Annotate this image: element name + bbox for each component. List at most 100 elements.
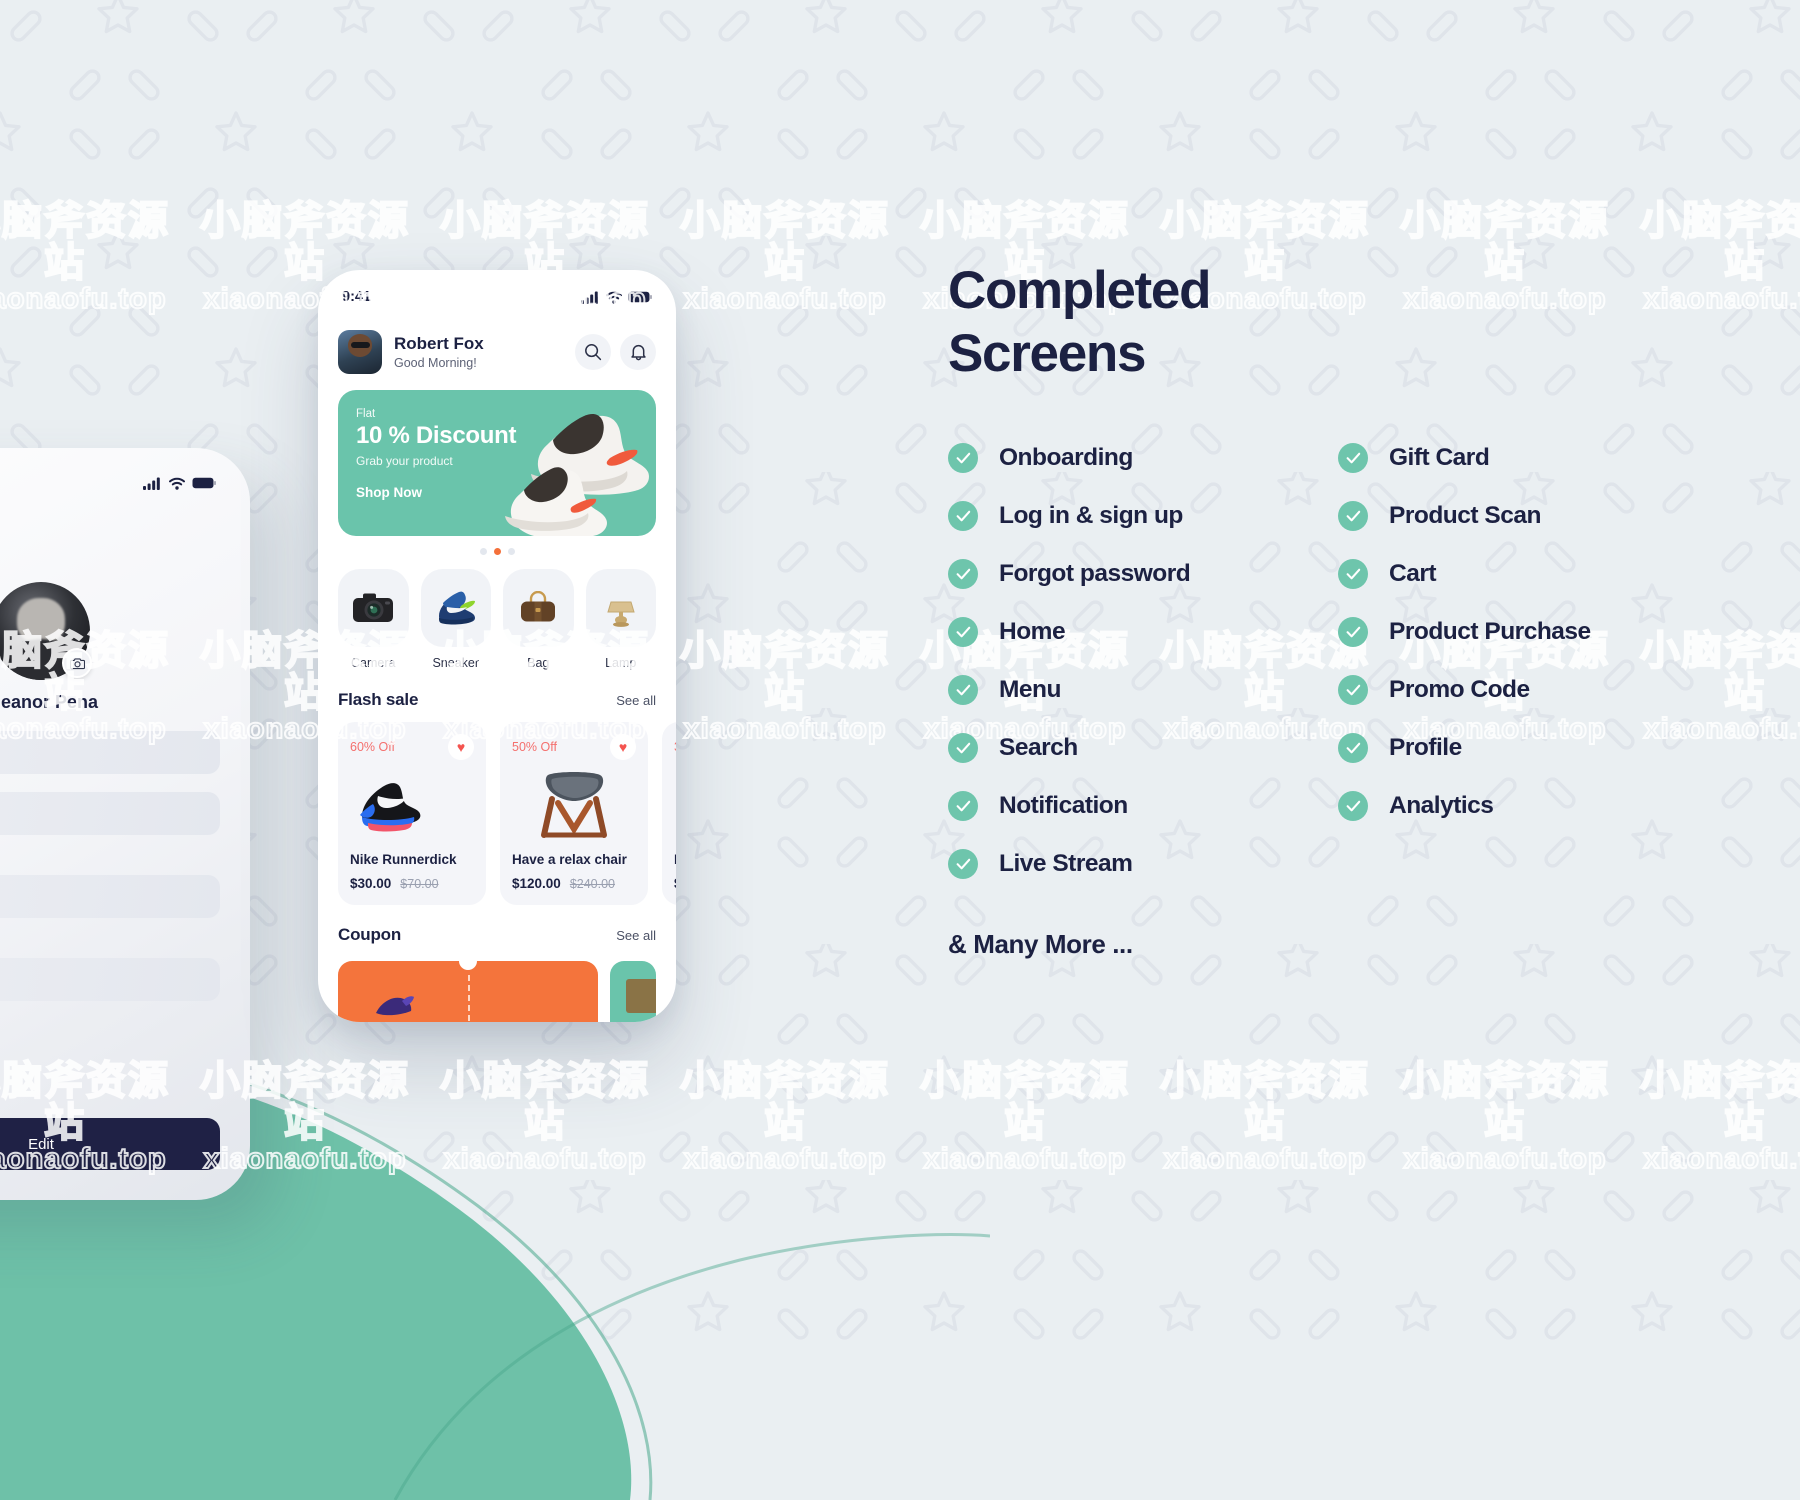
gift-box-illustration — [626, 979, 656, 1013]
checklist-item-search[interactable]: Search — [948, 733, 1338, 764]
field-input-3[interactable]: et address — [0, 958, 220, 1001]
product-price: $120.00 — [512, 876, 561, 891]
bell-icon[interactable] — [620, 334, 656, 370]
battery-icon — [192, 477, 216, 489]
watermark: 小脑斧资源站xiaonaofu.top — [679, 629, 890, 745]
field-input-1[interactable]: here — [0, 792, 220, 835]
field-label-3: s — [0, 936, 220, 951]
check-icon — [1338, 791, 1368, 822]
battery-icon — [628, 291, 652, 303]
checklist-item-live-stream[interactable]: Live Stream — [948, 849, 1338, 880]
sneaker-illustration — [505, 413, 649, 536]
carousel-dot-0[interactable] — [479, 548, 487, 555]
camera-icon[interactable] — [62, 648, 92, 678]
promo-banner[interactable]: Flat 10 % Discount Grab your product Sho… — [338, 390, 656, 536]
category-label: Bag — [527, 656, 550, 670]
watermark: 小脑斧资源站xiaonaofu.top — [0, 199, 170, 315]
checklist-item-label: Product Purchase — [1389, 618, 1591, 646]
category-item-lamp[interactable]: Lamp — [585, 569, 656, 670]
checklist-item-label: Analytics — [1389, 792, 1494, 820]
category-item-sneaker[interactable]: Sneaker — [420, 569, 491, 670]
coupon-card-green[interactable] — [610, 961, 656, 1022]
checklist-item-promo-code[interactable]: Promo Code — [1338, 675, 1716, 706]
flash-sale-header: Flash sale See all — [338, 690, 656, 710]
product-price: $30.00 — [350, 876, 392, 891]
edit-button[interactable]: Edit — [0, 1118, 220, 1170]
product-image — [350, 766, 474, 842]
coupon-divider — [468, 975, 470, 1022]
check-icon — [948, 617, 978, 648]
wifi-icon — [169, 477, 185, 490]
favorite-icon[interactable]: ♥ — [448, 734, 474, 760]
check-icon — [948, 559, 978, 590]
coupon-header: Coupon See all — [338, 925, 656, 945]
check-icon — [1338, 559, 1368, 590]
search-icon[interactable] — [575, 334, 611, 370]
coupon-card-orange[interactable] — [338, 961, 598, 1022]
profile-name: Eleanor Pena — [0, 692, 99, 712]
greeting-text: Good Morning! — [394, 356, 477, 371]
user-name: Robert Fox — [394, 333, 484, 353]
product-price: $ — [674, 876, 676, 891]
category-item-bag[interactable]: Bag — [503, 569, 574, 670]
page-title: Completed Screens — [948, 260, 1728, 385]
carousel-dot-2[interactable] — [507, 548, 515, 555]
completed-screens-panel: Completed Screens Onboarding Log in & si… — [948, 260, 1728, 960]
carousel-dots[interactable] — [338, 548, 656, 555]
see-all-link[interactable]: See all — [616, 928, 656, 943]
checklist-item-profile[interactable]: Profile — [1338, 733, 1716, 764]
check-icon — [948, 501, 978, 532]
checklist-item-label: Promo Code — [1389, 676, 1530, 704]
checklist-item-label: Notification — [999, 792, 1128, 820]
field-input-0[interactable]: here — [0, 731, 220, 774]
watermark: 小脑斧资源站xiaonaofu.top — [439, 1059, 650, 1175]
product-card[interactable]: 30 ♥ Rol $ — [662, 722, 676, 905]
check-icon — [1338, 675, 1368, 706]
checklist-item-label: Product Scan — [1389, 502, 1541, 530]
checklist-item-label: Menu — [999, 676, 1061, 704]
checklist-item-menu[interactable]: Menu — [948, 675, 1338, 706]
product-card[interactable]: 50% Off ♥ Have a relax chair $120.00 $24… — [500, 722, 648, 905]
watermark: 小脑斧资源站xiaonaofu.top — [1639, 1059, 1800, 1175]
watermark: 小脑斧资源站xiaonaofu.top — [919, 1059, 1130, 1175]
carousel-dot-1[interactable] — [493, 548, 501, 555]
discount-badge: 50% Off — [512, 740, 557, 754]
wifi-icon — [606, 291, 622, 304]
check-icon — [1338, 443, 1368, 474]
field-input-2[interactable]: here — [0, 875, 220, 918]
checklist-item-gift-card[interactable]: Gift Card — [1338, 443, 1716, 474]
many-more-text: & Many More ... — [948, 929, 1133, 960]
checklist-item-product-purchase[interactable]: Product Purchase — [1338, 617, 1716, 648]
checklist-column-right: Gift Card Product Scan Cart Product Purc… — [1338, 443, 1716, 907]
avatar[interactable] — [338, 330, 382, 374]
product-old-price: $240.00 — [569, 877, 615, 891]
watermark: 小脑斧资源站xiaonaofu.top — [1399, 1059, 1610, 1175]
avatar-upload[interactable] — [0, 582, 92, 680]
checklist-item-label: Gift Card — [1389, 444, 1490, 472]
checklist-item-product-scan[interactable]: Product Scan — [1338, 501, 1716, 532]
page-title-left: Personal info — [0, 542, 220, 566]
checklist-item-label: Forgot password — [999, 560, 1191, 588]
checklist-item-home[interactable]: Home — [948, 617, 1338, 648]
category-label: Sneaker — [432, 656, 480, 670]
status-bar-left — [0, 470, 220, 496]
discount-badge: 60% Off — [350, 740, 395, 754]
checklist-item-label: Live Stream — [999, 850, 1133, 878]
category-item-camera[interactable]: Camera — [338, 569, 409, 670]
watermark: 小脑斧资源站xiaonaofu.top — [1159, 1059, 1370, 1175]
sneaker-icon — [420, 569, 491, 647]
product-name: Rol — [674, 852, 676, 867]
coupon-list — [338, 961, 656, 1022]
check-icon — [1338, 617, 1368, 648]
checklist-item-onboarding[interactable]: Onboarding — [948, 443, 1338, 474]
see-all-link[interactable]: See all — [616, 693, 656, 708]
checklist-item-login-signup[interactable]: Log in & sign up — [948, 501, 1338, 532]
checklist-item-forgot-password[interactable]: Forgot password — [948, 559, 1338, 590]
checklist-item-analytics[interactable]: Analytics — [1338, 791, 1716, 822]
product-card[interactable]: 60% Off ♥ Nike Runnerdick $30.00 $70.00 — [338, 722, 486, 905]
flash-sale-list: 60% Off ♥ Nike Runnerdick $30.00 $70.00 — [338, 722, 676, 905]
checklist-item-cart[interactable]: Cart — [1338, 559, 1716, 590]
favorite-icon[interactable]: ♥ — [610, 734, 636, 760]
status-clock: 9:41 — [342, 289, 372, 305]
checklist-item-notification[interactable]: Notification — [948, 791, 1338, 822]
